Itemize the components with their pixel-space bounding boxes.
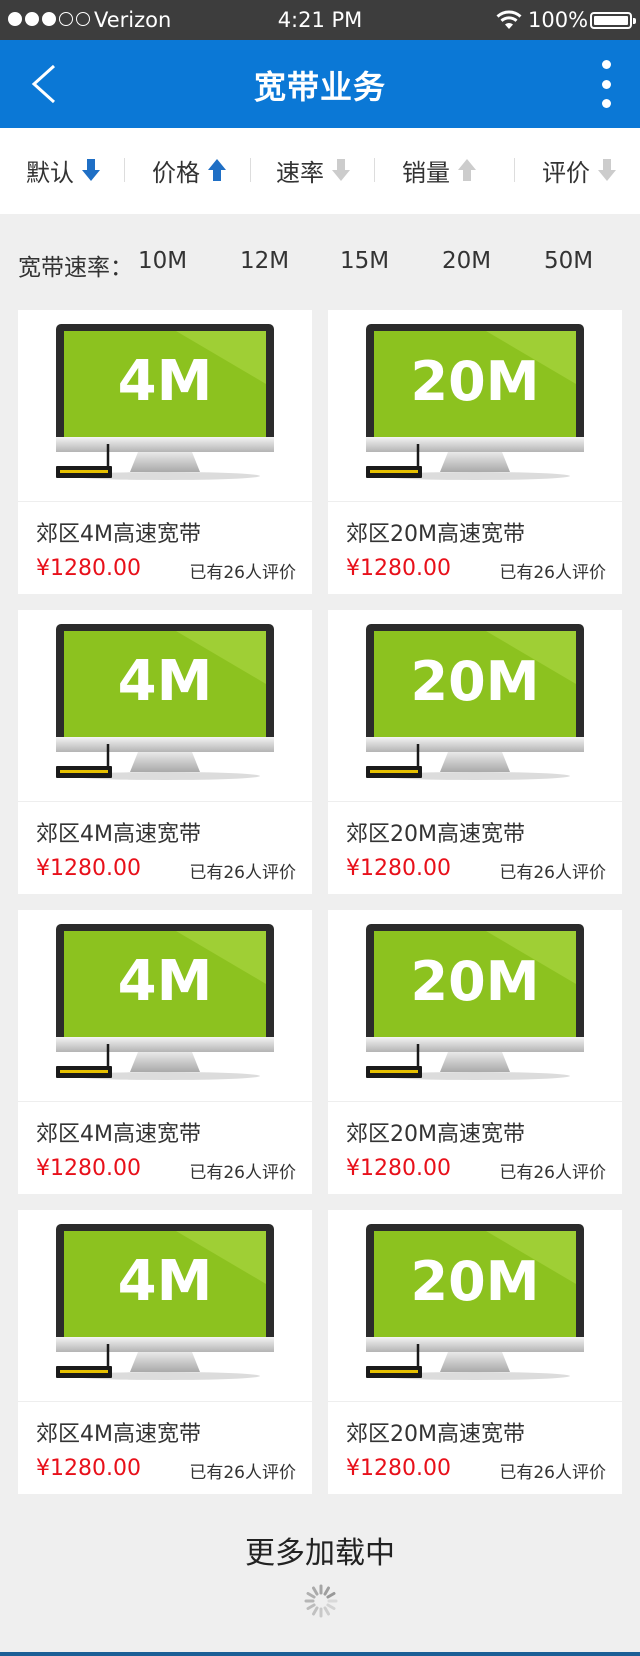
product-name: 郊区4M高速宽带 — [36, 1422, 201, 1447]
app-header: 宽带业务 — [0, 40, 640, 128]
product-price: ¥1280.00 — [36, 556, 141, 581]
product-reviews: 已有26人评价 — [189, 1463, 296, 1483]
product-price: ¥1280.00 — [346, 1156, 451, 1181]
product-screen-text: 20M — [411, 950, 540, 1013]
product-image: 20M — [328, 610, 622, 802]
monitor-icon: 20M — [366, 624, 584, 780]
monitor-icon: 4M — [56, 324, 274, 480]
product-name: 郊区4M高速宽带 — [36, 822, 201, 847]
loading-spinner-icon — [304, 1584, 338, 1618]
sort-rating-label: 评价 — [542, 158, 590, 187]
arrow-down-icon — [82, 159, 100, 181]
product-price: ¥1280.00 — [36, 1156, 141, 1181]
product-screen-text: 4M — [118, 949, 213, 1014]
sort-price[interactable]: 价格 — [152, 150, 226, 190]
product-name: 郊区20M高速宽带 — [346, 1122, 525, 1147]
product-name: 郊区20M高速宽带 — [346, 1422, 525, 1447]
product-price: ¥1280.00 — [346, 556, 451, 581]
sort-default[interactable]: 默认 — [26, 150, 100, 190]
product-name: 郊区4M高速宽带 — [36, 1122, 201, 1147]
product-price: ¥1280.00 — [36, 1456, 141, 1481]
product-image: 20M — [328, 310, 622, 502]
product-reviews: 已有26人评价 — [499, 1463, 606, 1483]
product-price: ¥1280.00 — [346, 1456, 451, 1481]
loading-text: 更多加载中 — [245, 1536, 395, 1571]
speed-option-10m[interactable]: 10M — [138, 248, 187, 274]
product-card[interactable]: 20M 郊区20M高速宽带 ¥1280.00 已有26人评价 — [328, 610, 622, 894]
product-screen-text: 4M — [118, 649, 213, 714]
product-name: 郊区4M高速宽带 — [36, 522, 201, 547]
product-image: 4M — [18, 610, 312, 802]
monitor-icon: 20M — [366, 1224, 584, 1380]
product-image: 4M — [18, 910, 312, 1102]
sort-bar: 默认 价格 速率 销量 评价 — [0, 128, 640, 214]
product-reviews: 已有26人评价 — [189, 863, 296, 883]
sort-sales-label: 销量 — [402, 158, 450, 187]
product-screen-text: 20M — [411, 650, 540, 713]
product-screen-text: 4M — [118, 1249, 213, 1314]
more-menu-button[interactable] — [596, 60, 616, 108]
product-grid: 4M 郊区4M高速宽带 ¥1280.00 已有26人评价 20M 郊区20M高速… — [18, 310, 622, 1494]
product-image: 4M — [18, 310, 312, 502]
product-card[interactable]: 20M 郊区20M高速宽带 ¥1280.00 已有26人评价 — [328, 910, 622, 1194]
sort-speed-label: 速率 — [276, 158, 324, 187]
sort-price-label: 价格 — [152, 158, 200, 187]
product-card[interactable]: 4M 郊区4M高速宽带 ¥1280.00 已有26人评价 — [18, 310, 312, 594]
product-screen-text: 20M — [411, 1250, 540, 1313]
product-card[interactable]: 20M 郊区20M高速宽带 ¥1280.00 已有26人评价 — [328, 1210, 622, 1494]
more-vertical-icon — [601, 60, 611, 69]
product-name: 郊区20M高速宽带 — [346, 522, 525, 547]
product-card[interactable]: 4M 郊区4M高速宽带 ¥1280.00 已有26人评价 — [18, 910, 312, 1194]
product-image: 4M — [18, 1210, 312, 1402]
product-image: 20M — [328, 910, 622, 1102]
sort-default-label: 默认 — [26, 158, 74, 187]
speed-option-12m[interactable]: 12M — [240, 248, 289, 274]
speed-filter: 宽带速率： 10M 12M 15M 20M 50M — [0, 244, 640, 281]
product-reviews: 已有26人评价 — [499, 863, 606, 883]
product-name: 郊区20M高速宽带 — [346, 822, 525, 847]
monitor-icon: 20M — [366, 324, 584, 480]
product-reviews: 已有26人评价 — [499, 563, 606, 583]
product-image: 20M — [328, 1210, 622, 1402]
sort-sales[interactable]: 销量 — [402, 150, 476, 190]
monitor-icon: 4M — [56, 624, 274, 780]
speed-option-15m[interactable]: 15M — [340, 248, 389, 274]
battery-percent: 100% — [528, 8, 589, 32]
bottom-divider — [0, 1652, 640, 1656]
product-screen-text: 20M — [411, 350, 540, 413]
sort-speed[interactable]: 速率 — [276, 150, 350, 190]
monitor-icon: 4M — [56, 1224, 274, 1380]
arrow-up-icon — [458, 159, 476, 181]
product-price: ¥1280.00 — [346, 856, 451, 881]
sort-rating[interactable]: 评价 — [542, 150, 616, 190]
product-card[interactable]: 20M 郊区20M高速宽带 ¥1280.00 已有26人评价 — [328, 310, 622, 594]
arrow-down-icon — [598, 159, 616, 181]
arrow-up-icon — [208, 159, 226, 181]
page-title: 宽带业务 — [253, 68, 386, 106]
product-card[interactable]: 4M 郊区4M高速宽带 ¥1280.00 已有26人评价 — [18, 1210, 312, 1494]
product-price: ¥1280.00 — [36, 856, 141, 881]
speed-option-20m[interactable]: 20M — [442, 248, 491, 274]
monitor-icon: 20M — [366, 924, 584, 1080]
battery-icon — [590, 12, 636, 29]
status-bar: Verizon 4:21 PM 100% — [0, 0, 640, 40]
product-screen-text: 4M — [118, 349, 213, 414]
monitor-icon: 4M — [56, 924, 274, 1080]
speed-option-50m[interactable]: 50M — [544, 248, 593, 274]
product-reviews: 已有26人评价 — [189, 1163, 296, 1183]
product-reviews: 已有26人评价 — [499, 1163, 606, 1183]
speed-filter-label: 宽带速率： — [18, 255, 133, 281]
arrow-down-icon — [332, 159, 350, 181]
wifi-icon — [496, 10, 522, 29]
product-reviews: 已有26人评价 — [189, 563, 296, 583]
product-card[interactable]: 4M 郊区4M高速宽带 ¥1280.00 已有26人评价 — [18, 610, 312, 894]
